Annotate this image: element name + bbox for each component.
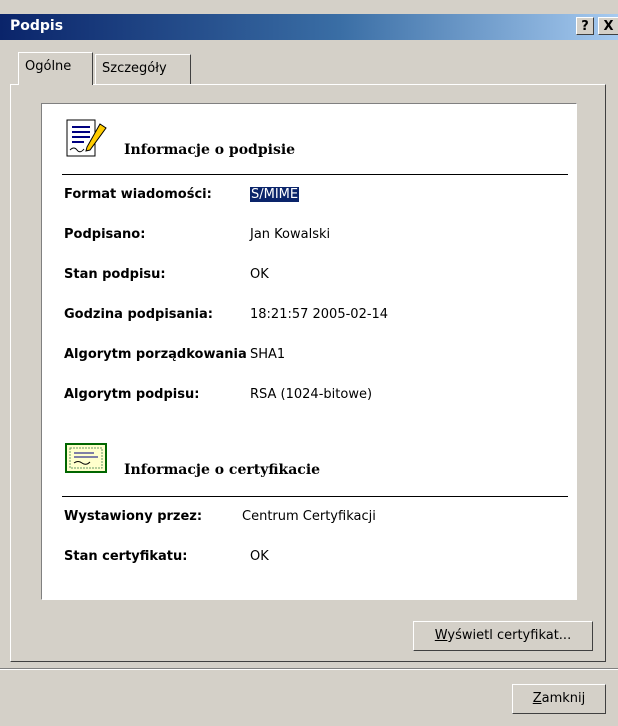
certificate-separator [62, 496, 568, 497]
tab-panel: Informacje o podpisie Format wiadomości:… [10, 84, 606, 662]
certificate-section-title: Informacje o certyfikacie [124, 462, 321, 478]
title-bar[interactable]: Podpis ? X [0, 14, 618, 40]
value-digest-algorithm: SHA1 [250, 347, 286, 362]
view-certificate-label: yświetl certyfikat... [447, 628, 572, 643]
close-window-button[interactable]: X [598, 17, 618, 35]
close-button[interactable]: Zamknij [512, 684, 606, 714]
label-issued-by: Wystawiony przez: [64, 509, 203, 524]
help-button[interactable]: ? [576, 17, 594, 35]
close-label: amknij [541, 691, 586, 706]
value-signature-algorithm: RSA (1024-bitowe) [250, 387, 373, 402]
info-panel: Informacje o podpisie Format wiadomości:… [41, 103, 577, 600]
view-certificate-button[interactable]: Wyświetl certyfikat... [413, 621, 593, 651]
signature-section-title: Informacje o podpisie [124, 142, 296, 158]
label-digest-algorithm: Algorytm porządkowania: [64, 347, 248, 362]
window-title: Podpis [10, 18, 64, 34]
view-certificate-mnemonic: W [434, 628, 448, 643]
label-certificate-status: Stan certyfikatu: [64, 549, 188, 564]
tab-details[interactable]: Szczegóły [95, 54, 191, 84]
label-signing-time: Godzina podpisania: [64, 307, 213, 322]
signed-document-icon [64, 118, 110, 160]
value-signed-by: Jan Kowalski [250, 227, 331, 242]
value-signing-time: 18:21:57 2005-02-14 [250, 307, 389, 322]
signature-separator [62, 174, 568, 175]
value-issued-by: Centrum Certyfikacji [242, 509, 376, 524]
certificate-icon [64, 440, 110, 478]
dialog-bottom-separator [0, 668, 618, 670]
label-signed-by: Podpisano: [64, 227, 146, 242]
label-message-format: Format wiadomości: [64, 187, 212, 202]
value-certificate-status: OK [250, 549, 269, 564]
tab-general[interactable]: Ogólne [18, 52, 93, 85]
signature-dialog: Podpis ? X Ogólne Szczegóły Informacje o… [0, 0, 618, 726]
label-signature-algorithm: Algorytm podpisu: [64, 387, 200, 402]
value-signature-status: OK [250, 267, 269, 282]
label-signature-status: Stan podpisu: [64, 267, 166, 282]
value-message-format[interactable]: S/MIME [250, 187, 300, 202]
close-mnemonic: Z [532, 691, 542, 706]
